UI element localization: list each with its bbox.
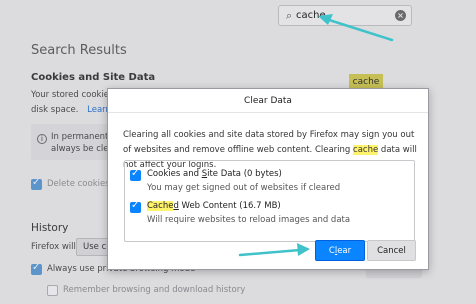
search-input[interactable]: ⌕ cache × [278, 5, 412, 26]
clear-label-post: ear [337, 246, 352, 256]
clear-data-dialog: Clear Data Clearing all cookies and site… [107, 88, 429, 270]
cached-option-description: Will require websites to reload images a… [147, 215, 351, 225]
search-results-heading: Search Results [31, 43, 127, 58]
delete-cookies-checkbox[interactable] [31, 177, 42, 190]
clear-search-icon[interactable]: × [395, 10, 406, 21]
history-heading: History [31, 222, 69, 234]
info-line-2: always be clea [51, 144, 114, 154]
options-group: Cookies and Site Data (0 bytes) You may … [124, 160, 415, 242]
cookies-label-post: ite Data (0 bytes) [207, 169, 282, 179]
cookies-label-pre: Cookies and [147, 169, 202, 179]
cached-content-checkbox[interactable] [130, 200, 141, 213]
history-mode-select[interactable]: Use cu [76, 238, 110, 256]
private-browsing-checkbox[interactable] [31, 262, 42, 275]
info-icon: i [37, 134, 47, 144]
dialog-title: Clear Data [108, 89, 428, 113]
search-value: cache [296, 10, 326, 21]
cached-label-post: Web Content (16.7 MB) [178, 201, 281, 211]
cookies-description: Your stored cookies, [31, 90, 117, 100]
description-highlight: cache [353, 145, 379, 155]
cookies-option-label[interactable]: Cookies and Site Data (0 bytes) [147, 169, 282, 179]
search-icon: ⌕ [286, 9, 293, 22]
info-box: i In permanent p always be clea [31, 124, 117, 160]
remember-history-label: Remember browsing and download history [63, 285, 246, 295]
clear-button[interactable]: Clear [315, 240, 365, 261]
cached-option-label[interactable]: Cached Web Content (16.7 MB) [147, 201, 281, 211]
cookies-option-description: You may get signed out of websites if cl… [147, 183, 341, 193]
remember-history-checkbox[interactable] [47, 285, 58, 296]
firefox-will-label: Firefox will [31, 242, 76, 252]
cancel-button[interactable]: Cancel [367, 240, 416, 261]
cached-label-highlight: Cache [147, 201, 174, 211]
cookies-section-heading: Cookies and Site Data [31, 72, 156, 83]
cookies-checkbox[interactable] [130, 168, 141, 181]
cookies-description-text: disk space. [31, 105, 79, 115]
